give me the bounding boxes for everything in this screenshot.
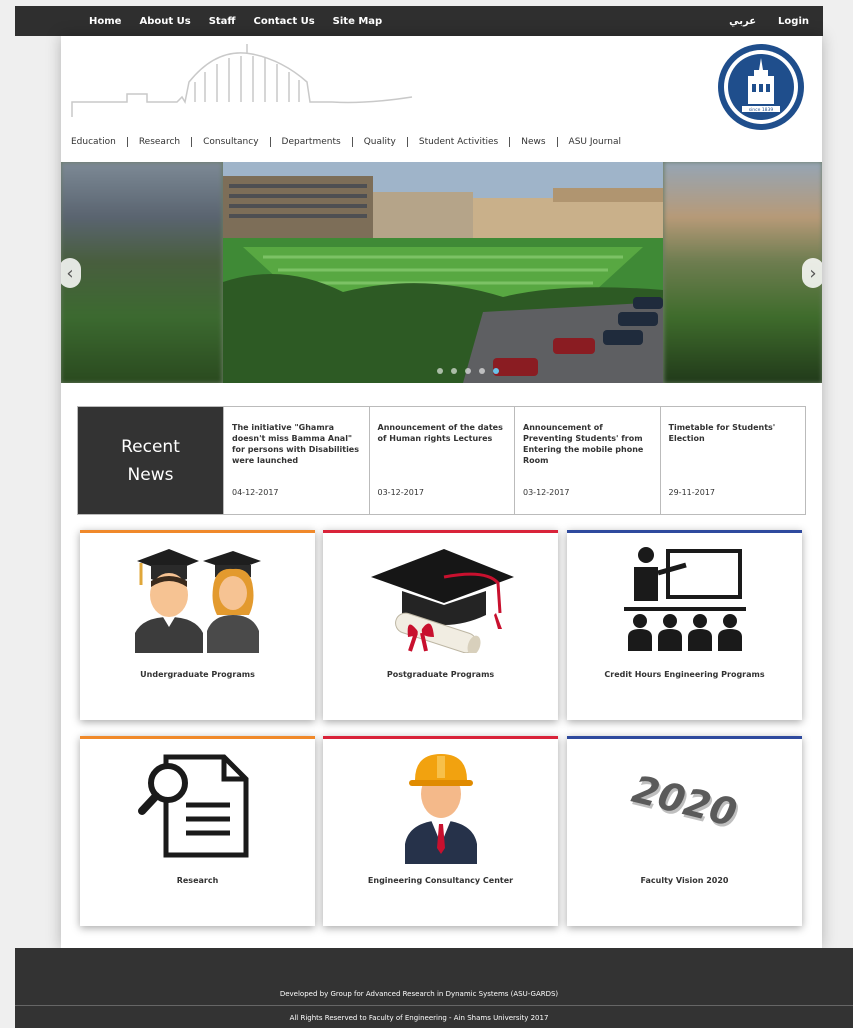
nav-staff-link[interactable]: Staff (209, 16, 236, 27)
card-label[interactable]: Research (80, 876, 315, 885)
carousel-indicators (437, 368, 499, 374)
nav-student-activities[interactable]: Student Activities (406, 137, 509, 147)
nav-home-link[interactable]: Home (89, 16, 121, 27)
main-nav: Education Research Consultancy Departmen… (71, 131, 632, 153)
news-date: 03-12-2017 (377, 488, 425, 497)
news-headline[interactable]: The initiative "Ghamra doesn't miss Bamm… (232, 422, 362, 466)
image-carousel[interactable]: ‹ › (61, 162, 822, 383)
carousel-dot[interactable] (437, 368, 443, 374)
card-undergraduate-programs[interactable]: Undergraduate Programs (80, 530, 315, 720)
footer-developer-credit: Developed by Group for Advanced Research… (279, 990, 559, 998)
news-date: 29-11-2017 (668, 488, 716, 497)
nav-departments[interactable]: Departments (269, 137, 352, 147)
news-headline[interactable]: Announcement of Preventing Students' fro… (523, 422, 653, 466)
carousel-prev-button[interactable]: ‹ (61, 258, 81, 288)
carousel-dot-active[interactable] (493, 368, 499, 374)
card-label[interactable]: Faculty Vision 2020 (567, 876, 802, 885)
footer-divider (15, 1005, 853, 1006)
nav-quality[interactable]: Quality (351, 137, 407, 147)
card-research[interactable]: Research (80, 736, 315, 926)
svg-text:since 1839: since 1839 (749, 107, 774, 113)
news-headline[interactable]: Announcement of the dates of Human right… (378, 422, 508, 444)
vision-2020-icon: 2020 2020 (567, 739, 802, 869)
recent-news-heading: Recent News (78, 407, 223, 514)
nav-asu-journal[interactable]: ASU Journal (556, 137, 632, 147)
card-label[interactable]: Undergraduate Programs (80, 670, 315, 679)
footer: Developed by Group for Advanced Research… (15, 948, 853, 1028)
lecture-icon (567, 533, 802, 663)
carousel-next-preview (664, 162, 822, 383)
nav-research[interactable]: Research (126, 137, 191, 147)
recent-news-panel: Recent News The initiative "Ghamra doesn… (77, 406, 806, 515)
news-item[interactable]: Timetable for Students' Election 29-11-2… (659, 407, 806, 514)
carousel-dot[interactable] (479, 368, 485, 374)
news-item[interactable]: Announcement of Preventing Students' fro… (514, 407, 660, 514)
card-consultancy-center[interactable]: Engineering Consultancy Center (323, 736, 558, 926)
news-item[interactable]: The initiative "Ghamra doesn't miss Bamm… (223, 407, 369, 514)
campus-photo (223, 162, 663, 383)
carousel-prev-preview (61, 162, 222, 383)
page-container: since 1839 Education Research Consultanc… (61, 36, 822, 948)
card-label[interactable]: Engineering Consultancy Center (323, 876, 558, 885)
card-faculty-vision[interactable]: 2020 2020 Faculty Vision 2020 (567, 736, 802, 926)
news-headline[interactable]: Timetable for Students' Election (669, 422, 799, 444)
nav-education[interactable]: Education (71, 137, 127, 147)
engineer-icon (323, 739, 558, 869)
arabic-link[interactable]: عربي (729, 16, 756, 27)
news-item[interactable]: Announcement of the dates of Human right… (368, 407, 515, 514)
research-document-icon (80, 739, 315, 869)
nav-news[interactable]: News (509, 137, 556, 147)
card-label[interactable]: Credit Hours Engineering Programs (567, 670, 802, 679)
top-nav: Home About Us Staff Contact Us Site Map (89, 6, 382, 36)
card-postgraduate-programs[interactable]: Postgraduate Programs (323, 530, 558, 720)
nav-consultancy[interactable]: Consultancy (191, 137, 269, 147)
nav-about-link[interactable]: About Us (139, 16, 190, 27)
chevron-left-icon: ‹ (66, 262, 74, 284)
carousel-dot[interactable] (451, 368, 457, 374)
nav-sitemap-link[interactable]: Site Map (333, 16, 383, 27)
carousel-next-button[interactable]: › (802, 258, 822, 288)
news-date: 03-12-2017 (523, 488, 570, 497)
news-date: 04-12-2017 (232, 488, 279, 497)
students-icon (80, 533, 315, 663)
chevron-right-icon: › (809, 262, 817, 284)
login-link[interactable]: Login (778, 16, 809, 27)
card-credit-hours-programs[interactable]: Credit Hours Engineering Programs (567, 530, 802, 720)
carousel-dot[interactable] (465, 368, 471, 374)
card-label[interactable]: Postgraduate Programs (323, 670, 558, 679)
graduation-cap-icon (323, 533, 558, 663)
campus-skyline-banner (71, 44, 413, 117)
university-logo[interactable]: since 1839 (716, 42, 806, 132)
top-bar: Home About Us Staff Contact Us Site Map … (15, 6, 823, 36)
nav-contact-link[interactable]: Contact Us (254, 16, 315, 27)
top-right-links: عربي Login (729, 6, 809, 36)
footer-copyright: All Rights Reserved to Faculty of Engine… (289, 1014, 549, 1022)
